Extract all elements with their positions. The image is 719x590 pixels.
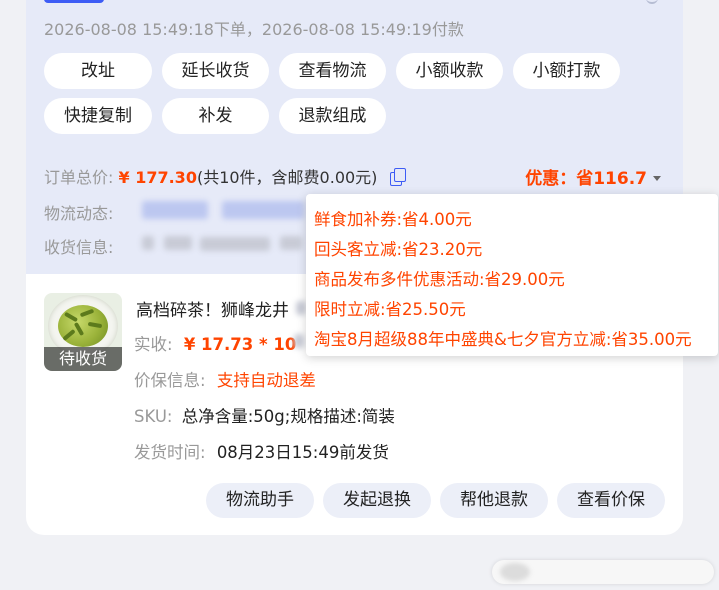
- paid-value: ¥ 17.73 * 10: [183, 335, 297, 354]
- discount-item: 淘宝8月超级88年中盛典&七夕官方立减:省35.00元: [314, 330, 692, 349]
- protection-label: 价保信息:: [134, 371, 206, 390]
- logistics-label: 物流动态:: [44, 204, 114, 223]
- logistics-redacted: [222, 201, 304, 219]
- caret-down-icon: [653, 176, 661, 181]
- receiver-redacted: [200, 237, 270, 251]
- view-price-protection-button[interactable]: 查看价保: [557, 483, 665, 518]
- protection-row: 价保信息: 支持自动退差: [134, 367, 316, 391]
- change-address-button[interactable]: 改址: [44, 53, 152, 89]
- sku-label: SKU:: [134, 407, 173, 426]
- total-label: 订单总价:: [44, 168, 114, 187]
- copy-icon[interactable]: [389, 168, 406, 186]
- receiver-redacted: [142, 236, 154, 250]
- sku-row: SKU: 总净含量:50g;规格描述:简装: [134, 403, 395, 427]
- title-redacted: [296, 301, 306, 315]
- ship-time-label: 发货时间:: [134, 443, 206, 462]
- logistics-redacted: [142, 201, 208, 219]
- logistics-assistant-button[interactable]: 物流助手: [206, 483, 314, 518]
- discount-item: 鲜食加补券:省4.00元: [314, 210, 472, 229]
- discount-popover: 鲜食加补券:省4.00元 回头客立减:省23.20元 商品发布多件优惠活动:省2…: [306, 194, 718, 356]
- extend-receipt-button[interactable]: 延长收货: [162, 53, 269, 89]
- status-badge: 待收货: [44, 347, 122, 371]
- small-receive-button[interactable]: 小额收款: [396, 53, 503, 89]
- discount-toggle[interactable]: 优惠：省116.7: [525, 164, 661, 189]
- ship-time-value: 08月23日15:49前发货: [216, 443, 389, 462]
- product-thumbnail[interactable]: 待收货: [44, 293, 122, 371]
- total-price: ¥ 177.30: [118, 168, 197, 187]
- order-total-row: 订单总价: ¥ 177.30(共10件，含邮费0.00元): [44, 164, 406, 188]
- accent-bar: [44, 0, 104, 3]
- sku-value: 总净含量:50g;规格描述:简装: [181, 407, 395, 426]
- horizontal-scrollbar[interactable]: [492, 560, 714, 584]
- discount-item: 回头客立减:省23.20元: [314, 240, 483, 259]
- discount-item: 限时立减:省25.50元: [314, 300, 466, 319]
- order-timestamps: 2026-08-08 15:49:18下单，2026-08-08 15:49:1…: [44, 20, 464, 39]
- small-pay-button[interactable]: 小额打款: [513, 53, 620, 89]
- refund-breakdown-button[interactable]: 退款组成: [279, 98, 386, 134]
- total-detail: (共10件，含邮费0.00元): [196, 168, 378, 187]
- receiver-redacted: [280, 236, 302, 250]
- initiate-return-button[interactable]: 发起退换: [323, 483, 431, 518]
- paid-label: 实收:: [134, 335, 173, 354]
- product-title[interactable]: 高档碎茶！狮峰龙井: [136, 296, 289, 321]
- receiver-label: 收货信息:: [44, 238, 114, 257]
- ship-time-row: 发货时间: 08月23日15:49前发货: [134, 439, 389, 463]
- paid-redacted: [294, 334, 304, 348]
- paid-row: 实收: ¥ 17.73 * 10: [134, 331, 296, 355]
- reissue-button[interactable]: 补发: [162, 98, 269, 134]
- view-logistics-button[interactable]: 查看物流: [279, 53, 386, 89]
- protection-value: 支持自动退差: [216, 371, 316, 390]
- discount-label: 优惠：省116.7: [525, 169, 647, 189]
- refund-for-buyer-button[interactable]: 帮他退款: [440, 483, 548, 518]
- discount-item: 商品发布多件优惠活动:省29.00元: [314, 270, 565, 289]
- quick-copy-button[interactable]: 快捷复制: [44, 98, 152, 134]
- receiver-redacted: [164, 236, 192, 250]
